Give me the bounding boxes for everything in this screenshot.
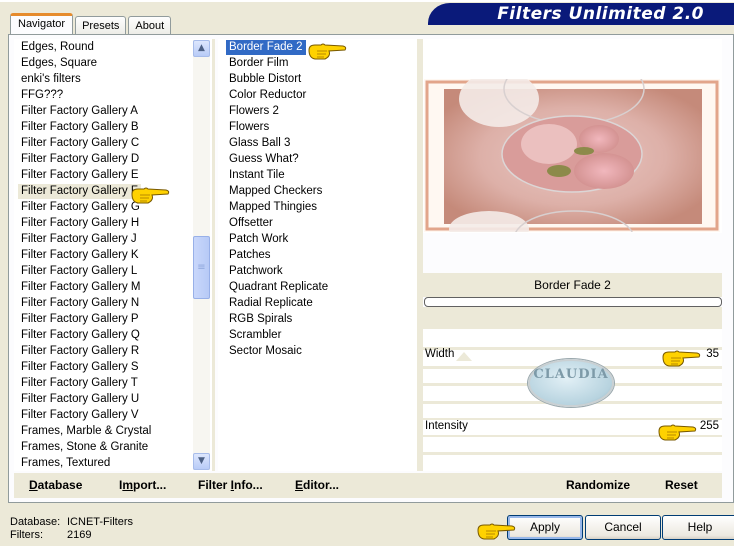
import-button[interactable]: Import... bbox=[119, 478, 166, 492]
list-item[interactable]: Filter Factory Gallery J bbox=[18, 232, 140, 247]
list-item[interactable]: Filter Factory Gallery B bbox=[18, 120, 142, 135]
database-value: ICNET-Filters bbox=[67, 516, 133, 528]
chevron-up-icon: ▲ bbox=[198, 43, 205, 53]
divider bbox=[212, 39, 215, 471]
list-item[interactable]: Filter Factory Gallery U bbox=[18, 392, 142, 407]
pointer-hand-icon bbox=[476, 522, 516, 542]
list-item[interactable]: Edges, Round bbox=[18, 40, 97, 55]
param-spacer bbox=[423, 455, 722, 471]
list-item[interactable]: Guess What? bbox=[226, 152, 302, 167]
tab-about[interactable]: About bbox=[128, 16, 172, 35]
list-item[interactable]: RGB Spirals bbox=[226, 312, 295, 327]
scroll-up-button[interactable]: ▲ bbox=[193, 40, 210, 57]
list-item[interactable]: enki's filters bbox=[18, 72, 84, 87]
list-item[interactable]: Flowers bbox=[226, 120, 272, 135]
tab-presets[interactable]: Presets bbox=[75, 16, 127, 35]
list-item[interactable]: Color Reductor bbox=[226, 88, 309, 103]
list-item[interactable]: Glass Ball 3 bbox=[226, 136, 293, 151]
filters-label: Filters: bbox=[10, 529, 43, 541]
watermark-text: CLAUDIA bbox=[533, 367, 609, 382]
reset-button[interactable]: Reset bbox=[665, 478, 698, 492]
grip-icon: ≡ bbox=[197, 262, 206, 273]
editor-button[interactable]: Editor... bbox=[295, 478, 339, 492]
list-item[interactable]: Filter Factory Gallery G bbox=[18, 200, 143, 215]
progress-bar bbox=[424, 297, 722, 307]
list-item[interactable]: Filter Factory Gallery F bbox=[18, 184, 141, 199]
scroll-down-button[interactable]: ▼ bbox=[193, 453, 210, 470]
list-item[interactable]: Scrambler bbox=[226, 328, 284, 343]
list-item[interactable]: Filter Factory Gallery D bbox=[18, 152, 142, 167]
list-item[interactable]: FFG??? bbox=[18, 88, 66, 103]
filter-info-button[interactable]: Filter Info... bbox=[198, 478, 263, 492]
list-item[interactable]: Filter Factory Gallery E bbox=[18, 168, 142, 183]
database-status: Database: ICNET-Filters bbox=[10, 516, 133, 528]
tab-bar: Navigator Presets About bbox=[10, 13, 173, 35]
list-item[interactable]: Filter Factory Gallery S bbox=[18, 360, 142, 375]
pointer-hand-icon bbox=[657, 423, 697, 443]
param-value-intensity: 255 bbox=[699, 420, 719, 432]
list-item[interactable]: Filter Factory Gallery L bbox=[18, 264, 140, 279]
list-item[interactable]: Filter Factory Gallery P bbox=[18, 312, 142, 327]
top-edge bbox=[0, 0, 734, 2]
filters-status: Filters: 2169 bbox=[10, 529, 91, 541]
database-label: Database: bbox=[10, 516, 61, 528]
apply-button[interactable]: Apply bbox=[507, 515, 583, 540]
list-item[interactable]: Filter Factory Gallery H bbox=[18, 216, 142, 231]
pointer-hand-icon bbox=[307, 42, 347, 62]
list-item[interactable]: Patches bbox=[226, 248, 274, 263]
list-item[interactable]: Instant Tile bbox=[226, 168, 288, 183]
filters-count: 2169 bbox=[67, 529, 92, 541]
list-item[interactable]: Patch Work bbox=[226, 232, 291, 247]
slider-thumb-width[interactable] bbox=[456, 352, 472, 361]
cancel-button[interactable]: Cancel bbox=[585, 515, 661, 540]
list-item[interactable]: Filter Factory Gallery K bbox=[18, 248, 142, 263]
list-item[interactable]: Filter Factory Gallery R bbox=[18, 344, 142, 359]
list-item[interactable]: Frames, Textured bbox=[18, 456, 113, 471]
list-item[interactable]: Filter Factory Gallery C bbox=[18, 136, 142, 151]
list-item[interactable]: Quadrant Replicate bbox=[226, 280, 331, 295]
list-item[interactable]: Filter Factory Gallery M bbox=[18, 280, 144, 295]
list-item[interactable]: Bubble Distort bbox=[226, 72, 304, 87]
current-filter-name: Border Fade 2 bbox=[423, 273, 722, 297]
list-item[interactable]: Filter Factory Gallery V bbox=[18, 408, 142, 423]
preview-image bbox=[424, 79, 720, 232]
param-label-intensity: Intensity bbox=[425, 420, 468, 432]
list-item[interactable]: Border Fade 2 bbox=[226, 40, 306, 55]
list-item[interactable]: Mapped Checkers bbox=[226, 184, 325, 199]
list-item[interactable]: Radial Replicate bbox=[226, 296, 316, 311]
list-item[interactable]: Mapped Thingies bbox=[226, 200, 320, 215]
watermark-logo: CLAUDIA bbox=[528, 359, 614, 407]
list-item[interactable]: Edges, Square bbox=[18, 56, 100, 71]
randomize-button[interactable]: Randomize bbox=[566, 478, 630, 492]
app-title-banner: Filters Unlimited 2.0 bbox=[428, 3, 734, 25]
list-item[interactable]: Offsetter bbox=[226, 216, 276, 231]
param-value-width: 35 bbox=[706, 348, 719, 360]
help-button[interactable]: Help bbox=[662, 515, 734, 540]
tab-navigator[interactable]: Navigator bbox=[10, 13, 74, 35]
chevron-down-icon: ▼ bbox=[198, 456, 205, 466]
pointer-hand-icon bbox=[130, 186, 170, 206]
list-item[interactable]: Flowers 2 bbox=[226, 104, 282, 119]
list-item[interactable]: Sector Mosaic bbox=[226, 344, 305, 359]
pointer-hand-icon bbox=[661, 349, 701, 369]
list-item[interactable]: Filter Factory Gallery N bbox=[18, 296, 142, 311]
list-item[interactable]: Filter Factory Gallery Q bbox=[18, 328, 143, 343]
param-label-width: Width bbox=[425, 348, 455, 360]
list-item[interactable]: Frames, Marble & Crystal bbox=[18, 424, 154, 439]
category-scrollbar[interactable]: ▲ ≡ ▼ bbox=[193, 40, 210, 470]
param-spacer bbox=[423, 329, 722, 347]
list-item[interactable]: Filter Factory Gallery T bbox=[18, 376, 141, 391]
list-item[interactable]: Border Film bbox=[226, 56, 291, 71]
scroll-thumb[interactable]: ≡ bbox=[193, 236, 210, 299]
list-item[interactable]: Filter Factory Gallery A bbox=[18, 104, 141, 119]
database-button[interactable]: Database bbox=[29, 478, 82, 492]
list-item[interactable]: Patchwork bbox=[226, 264, 286, 279]
list-item[interactable]: Frames, Stone & Granite bbox=[18, 440, 151, 455]
